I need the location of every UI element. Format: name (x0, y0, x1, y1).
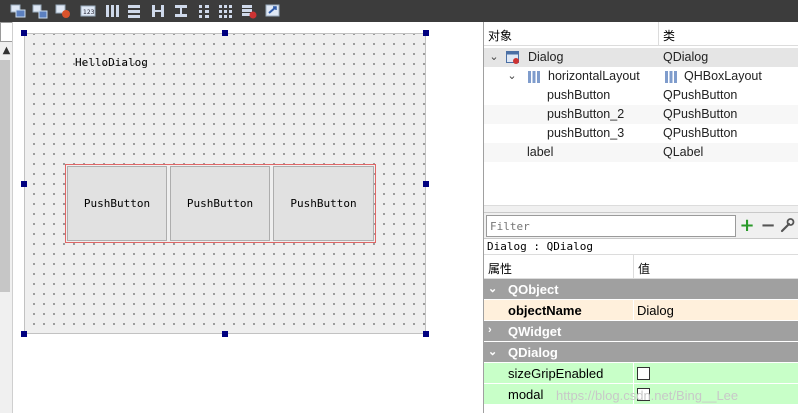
chevron-down-icon[interactable]: ⌄ (488, 345, 497, 358)
hello-label[interactable]: HelloDialog (75, 56, 148, 69)
push-button-1[interactable]: PushButton (67, 166, 167, 241)
group-label: QDialog (508, 345, 558, 360)
resize-handle-left[interactable] (21, 181, 27, 187)
selected-object-class-line: Dialog : QDialog (484, 238, 798, 254)
chevron-down-icon[interactable]: ⌄ (506, 69, 518, 82)
tree-object-class: QPushButton (663, 107, 738, 121)
hbox-layout-icon (664, 70, 678, 84)
tree-row-label[interactable]: label QLabel (484, 143, 798, 162)
resize-handle-top-right[interactable] (423, 30, 429, 36)
tree-object-name: Dialog (528, 50, 564, 64)
break-layout-icon[interactable] (241, 3, 257, 19)
tree-object-name: pushButton_3 (547, 126, 625, 140)
tree-object-name: horizontalLayout (548, 69, 640, 83)
tree-object-name: pushButton (547, 88, 611, 102)
edit-tab-order-icon[interactable]: 123 (80, 3, 96, 19)
column-property-header[interactable]: 属性 (488, 260, 512, 277)
tree-object-class: QDialog (663, 50, 709, 64)
property-name: modal (508, 387, 544, 402)
object-inspector-scrollbar[interactable] (484, 205, 798, 212)
edit-buddies-icon[interactable] (55, 3, 71, 19)
add-property-icon[interactable]: + (738, 217, 756, 235)
tree-row-push-button-2[interactable]: pushButton_2 QPushButton (484, 105, 798, 124)
property-filter-input[interactable] (486, 215, 736, 237)
tree-object-class: QLabel (663, 145, 704, 159)
object-inspector: 对象 类 ⌄ Dialog QDialog ⌄ horizontalLayout… (484, 22, 798, 212)
group-qobject[interactable]: ⌄ QObject (484, 279, 798, 300)
layout-grid-icon[interactable] (218, 3, 234, 19)
widget-box-scrollbar[interactable] (0, 60, 10, 292)
property-filter-bar: + − (484, 212, 798, 238)
property-name: sizeGripEnabled (508, 366, 604, 381)
adjust-size-icon[interactable] (265, 3, 281, 19)
layout-form-icon[interactable] (196, 3, 212, 19)
tree-row-push-button[interactable]: pushButton QPushButton (484, 86, 798, 105)
group-label: QObject (508, 282, 559, 297)
tree-row-horizontal-layout[interactable]: ⌄ horizontalLayout QHBoxLayout (484, 67, 798, 86)
tree-object-class: QHBoxLayout (684, 69, 762, 83)
resize-handle-bottom-left[interactable] (21, 331, 27, 337)
column-class-header[interactable]: 类 (663, 27, 675, 44)
column-object-header[interactable]: 对象 (488, 27, 512, 44)
resize-handle-bottom[interactable] (222, 331, 228, 337)
edit-widgets-icon[interactable] (10, 3, 26, 19)
tree-row-dialog[interactable]: ⌄ Dialog QDialog (484, 48, 798, 67)
push-button-2[interactable]: PushButton (170, 166, 270, 241)
tree-object-class: QPushButton (663, 88, 738, 102)
chevron-down-icon[interactable]: ⌄ (488, 282, 497, 295)
group-qwidget[interactable]: › QWidget (484, 321, 798, 342)
dialog-icon (506, 51, 520, 65)
remove-property-icon[interactable]: − (759, 217, 777, 235)
property-size-grip-enabled[interactable]: sizeGripEnabled (484, 363, 798, 384)
layout-horizontal-icon[interactable] (104, 3, 120, 19)
chevron-right-icon[interactable]: › (488, 324, 492, 336)
scroll-up-icon[interactable]: ▲ (1, 44, 12, 58)
tree-object-class: QPushButton (663, 126, 738, 140)
tree-object-name: label (527, 145, 554, 159)
size-grip-checkbox[interactable] (637, 367, 650, 380)
resize-handle-top-left[interactable] (21, 30, 27, 36)
wrench-icon[interactable] (779, 217, 795, 235)
resize-handle-bottom-right[interactable] (423, 331, 429, 337)
property-object-name[interactable]: objectName Dialog (484, 300, 798, 321)
chevron-down-icon[interactable]: ⌄ (488, 50, 500, 63)
property-name: objectName (508, 303, 582, 318)
object-inspector-header: 对象 类 (484, 22, 798, 46)
edit-signals-slots-icon[interactable] (32, 3, 48, 19)
property-editor-header: 属性 值 (484, 254, 798, 280)
group-qdialog[interactable]: ⌄ QDialog (484, 342, 798, 363)
layout-horizontal-splitter-icon[interactable] (150, 3, 166, 19)
property-value[interactable]: Dialog (637, 303, 674, 318)
tree-object-name: pushButton_2 (547, 107, 625, 121)
push-button-3[interactable]: PushButton (273, 166, 374, 241)
tree-row-push-button-3[interactable]: pushButton_3 QPushButton (484, 124, 798, 143)
column-value-header[interactable]: 值 (638, 260, 650, 277)
svg-text:123: 123 (83, 9, 95, 16)
resize-handle-right[interactable] (423, 181, 429, 187)
watermark-text: https://blog.csdn.net/Bing__Lee (556, 388, 739, 403)
hbox-layout-icon (527, 70, 541, 84)
form-editor-toolbar: 123 (0, 0, 798, 22)
layout-vertical-icon[interactable] (126, 3, 142, 19)
group-label: QWidget (508, 324, 562, 339)
layout-vertical-splitter-icon[interactable] (173, 3, 189, 19)
resize-handle-top[interactable] (222, 30, 228, 36)
